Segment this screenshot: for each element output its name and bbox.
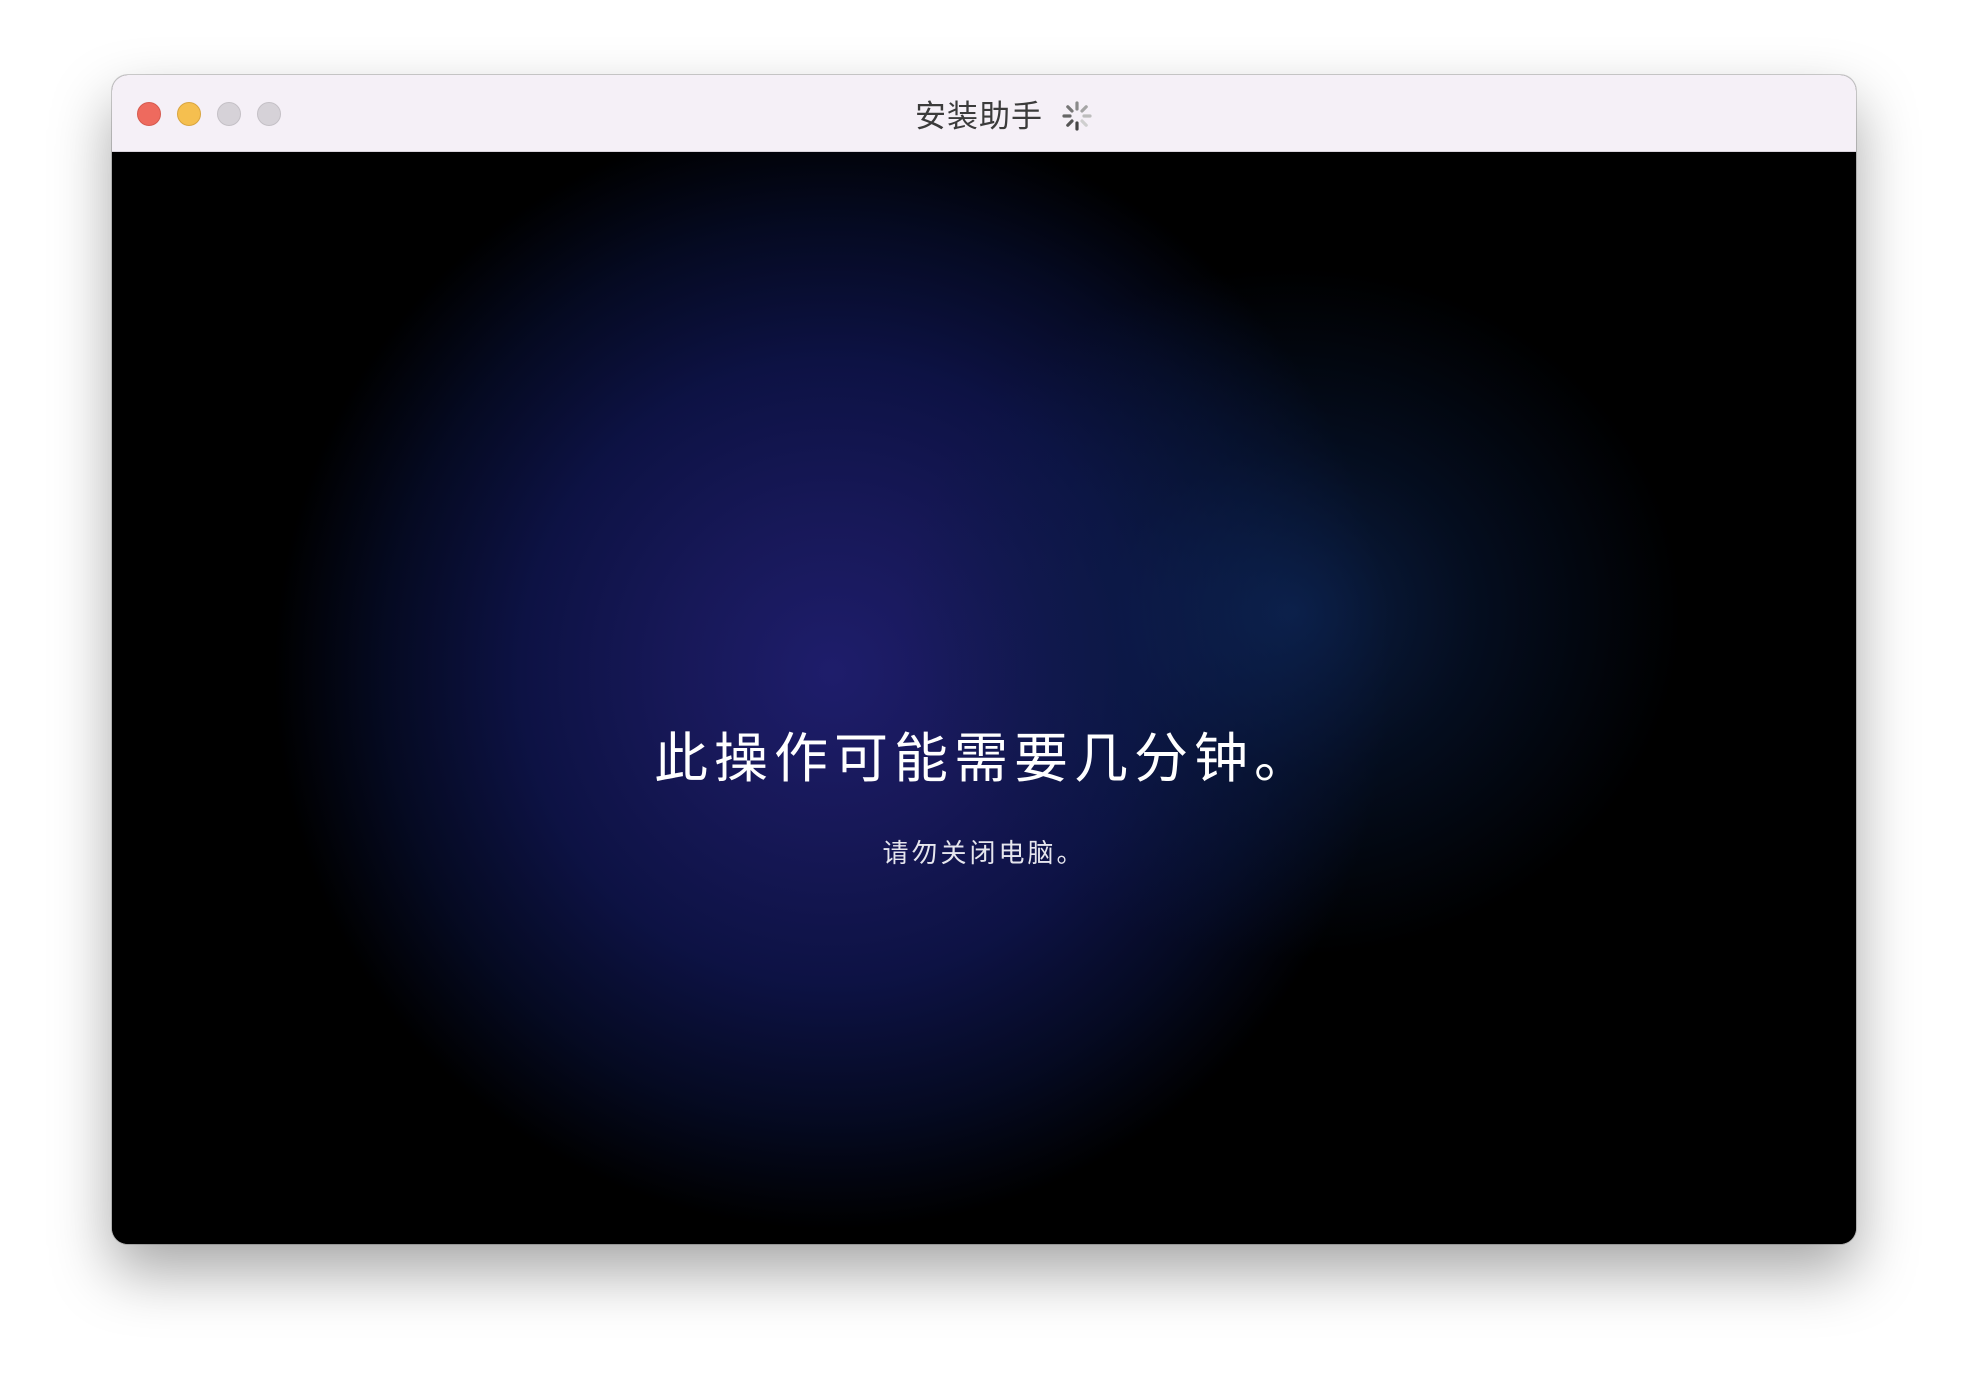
activity-spinner-icon <box>1062 100 1092 131</box>
installer-content: 此操作可能需要几分钟。 请勿关闭电脑。 <box>112 152 1856 1244</box>
window-title: 安装助手 <box>915 99 1043 135</box>
title-bar[interactable]: 安装助手 <box>112 75 1856 152</box>
progress-subtext: 请勿关闭电脑。 <box>882 839 1086 869</box>
title-group: 安装助手 <box>112 75 1856 152</box>
installer-window: 安装助手 此操作可能需要几分钟。 请勿关闭电脑。 <box>112 75 1856 1244</box>
progress-headline: 此操作可能需要几分钟。 <box>654 727 1314 790</box>
